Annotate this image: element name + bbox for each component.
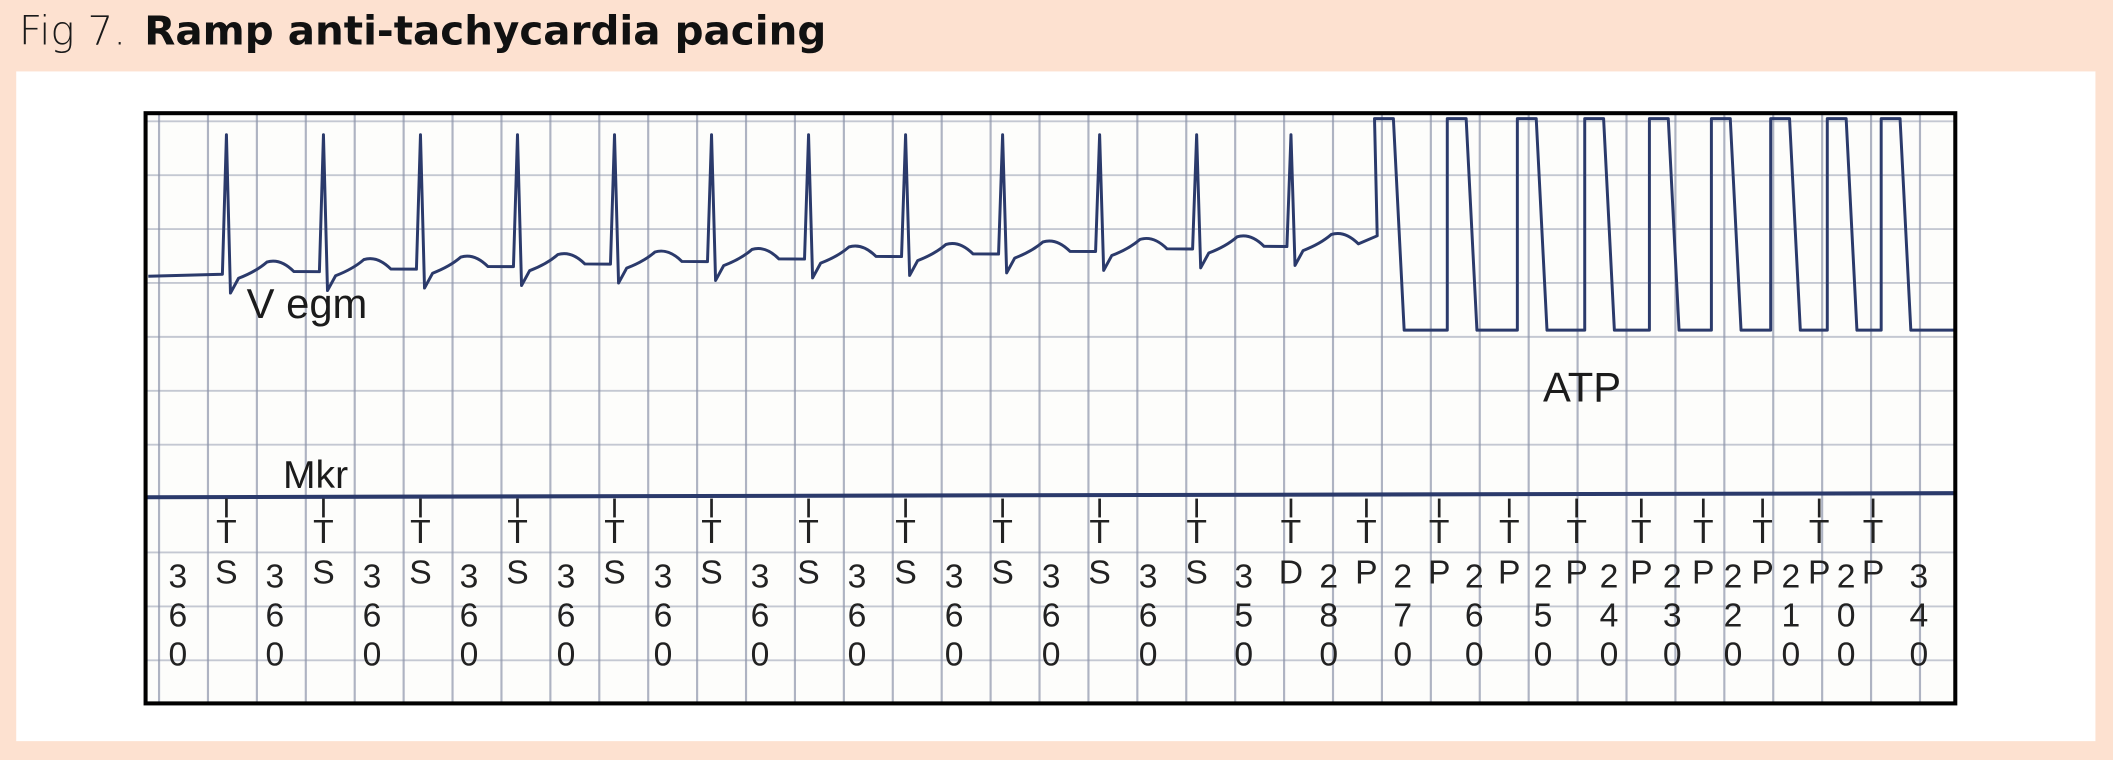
interval-label: 260 (1465, 559, 1484, 674)
interval-label: 360 (654, 559, 673, 674)
interval-label: 200 (1837, 559, 1856, 674)
interval-label: 360 (1042, 559, 1061, 674)
interval-label: 250 (1534, 559, 1553, 674)
interval-label: 340 (1910, 559, 1929, 674)
atp-label: ATP (1543, 364, 1621, 411)
interval-label: 350 (1234, 559, 1253, 674)
figure: Fig 7. Ramp anti-tachycardia pacing V eg… (0, 0, 2113, 760)
mkr-label: Mkr (283, 454, 348, 497)
interval-label: 360 (751, 559, 770, 674)
interval-label: 360 (363, 559, 382, 674)
interval-label: 270 (1393, 559, 1412, 674)
interval-label: 360 (945, 559, 964, 674)
figure-label: Fig 7. (19, 6, 126, 54)
interval-label: 360 (1139, 559, 1158, 674)
interval-label: 220 (1724, 559, 1743, 674)
interval-label: 210 (1782, 559, 1801, 674)
interval-label: 360 (557, 559, 576, 674)
interval-label: 240 (1600, 559, 1619, 674)
interval-label: 230 (1663, 559, 1682, 674)
vegm-label: V egm (247, 280, 368, 327)
interval-label: 360 (460, 559, 479, 674)
interval-label: 360 (169, 559, 188, 674)
interval-label: 280 (1319, 559, 1338, 674)
interval-label: 360 (848, 559, 867, 674)
figure-caption: Ramp anti-tachycardia pacing (144, 6, 826, 54)
interval-label: 360 (266, 559, 285, 674)
